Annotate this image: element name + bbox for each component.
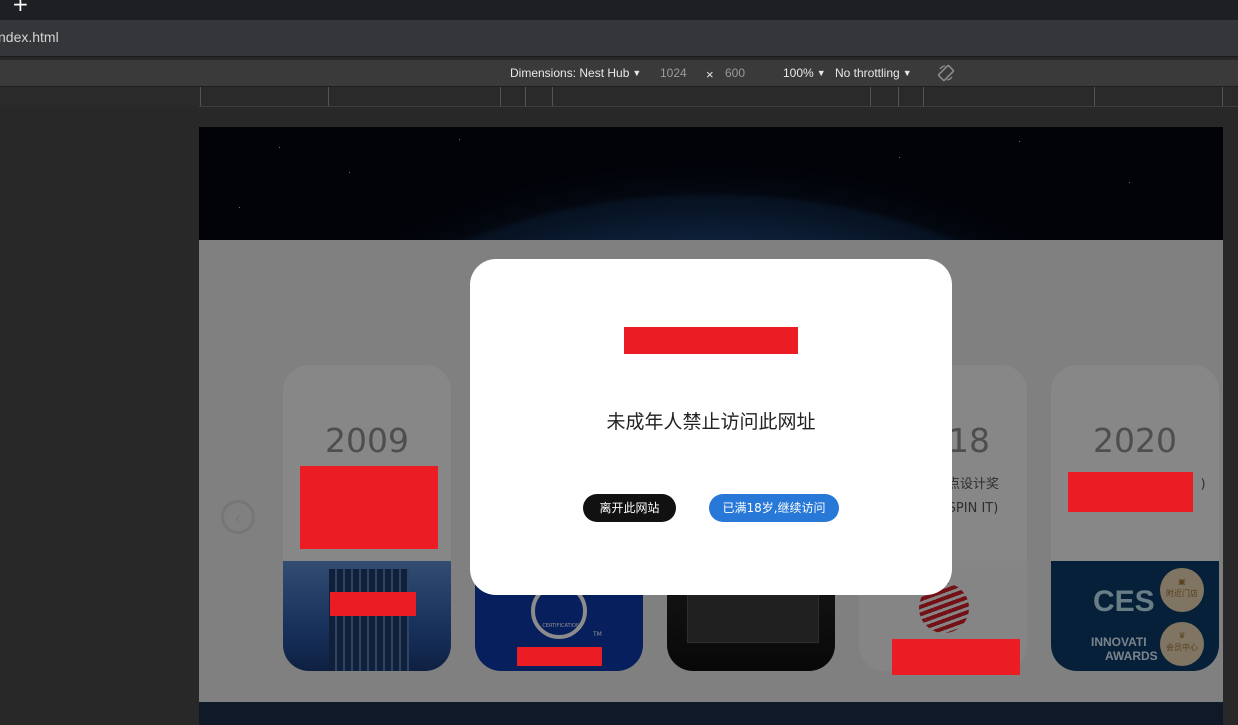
tab-strip bbox=[0, 0, 1238, 20]
ruler-tick bbox=[525, 87, 526, 106]
ruler-tick bbox=[552, 87, 553, 106]
ruler-tick bbox=[200, 87, 201, 106]
media-query-ruler[interactable] bbox=[0, 87, 1238, 107]
caret-down-icon: ▼ bbox=[816, 68, 826, 78]
ruler-tick bbox=[500, 87, 501, 106]
redacted-block bbox=[517, 647, 602, 666]
zoom-dropdown[interactable]: 100% ▼ bbox=[783, 66, 826, 80]
new-tab-button[interactable]: + bbox=[12, 0, 29, 16]
redacted-block bbox=[892, 639, 1020, 675]
redacted-logo bbox=[624, 327, 798, 354]
ruler-tick bbox=[1094, 87, 1095, 106]
tab-bar bbox=[0, 20, 1238, 57]
ruler-tick bbox=[870, 87, 871, 106]
caret-down-icon: ▼ bbox=[632, 68, 642, 78]
ruler-tick bbox=[923, 87, 924, 106]
throttling-dropdown[interactable]: No throttling ▼ bbox=[835, 66, 912, 80]
dimension-separator: × bbox=[706, 67, 714, 82]
redacted-block bbox=[300, 466, 438, 549]
dimensions-label: Dimensions: Nest Hub bbox=[510, 66, 630, 80]
width-input[interactable]: 1024 bbox=[660, 66, 687, 80]
throttling-label: No throttling bbox=[835, 66, 900, 80]
height-input[interactable]: 600 bbox=[725, 66, 745, 80]
continue-visit-button[interactable]: 已满18岁,继续访问 bbox=[709, 494, 839, 522]
devtools-gutter bbox=[0, 106, 199, 725]
dimensions-dropdown[interactable]: Dimensions: Nest Hub ▼ bbox=[510, 66, 641, 80]
caret-down-icon: ▼ bbox=[902, 68, 912, 78]
rotate-icon[interactable] bbox=[937, 64, 955, 82]
leave-site-button[interactable]: 离开此网站 bbox=[583, 494, 676, 522]
tab-title[interactable]: ndex.html bbox=[0, 29, 59, 45]
ruler-tick bbox=[898, 87, 899, 106]
ruler-tick bbox=[1222, 87, 1223, 106]
redacted-block bbox=[1068, 472, 1193, 512]
redacted-block bbox=[330, 592, 416, 616]
ruler-tick bbox=[328, 87, 329, 106]
age-verification-dialog: 未成年人禁止访问此网址 离开此网站 已满18岁,继续访问 bbox=[470, 259, 952, 595]
dialog-message: 未成年人禁止访问此网址 bbox=[606, 411, 816, 433]
zoom-label: 100% bbox=[783, 66, 814, 80]
